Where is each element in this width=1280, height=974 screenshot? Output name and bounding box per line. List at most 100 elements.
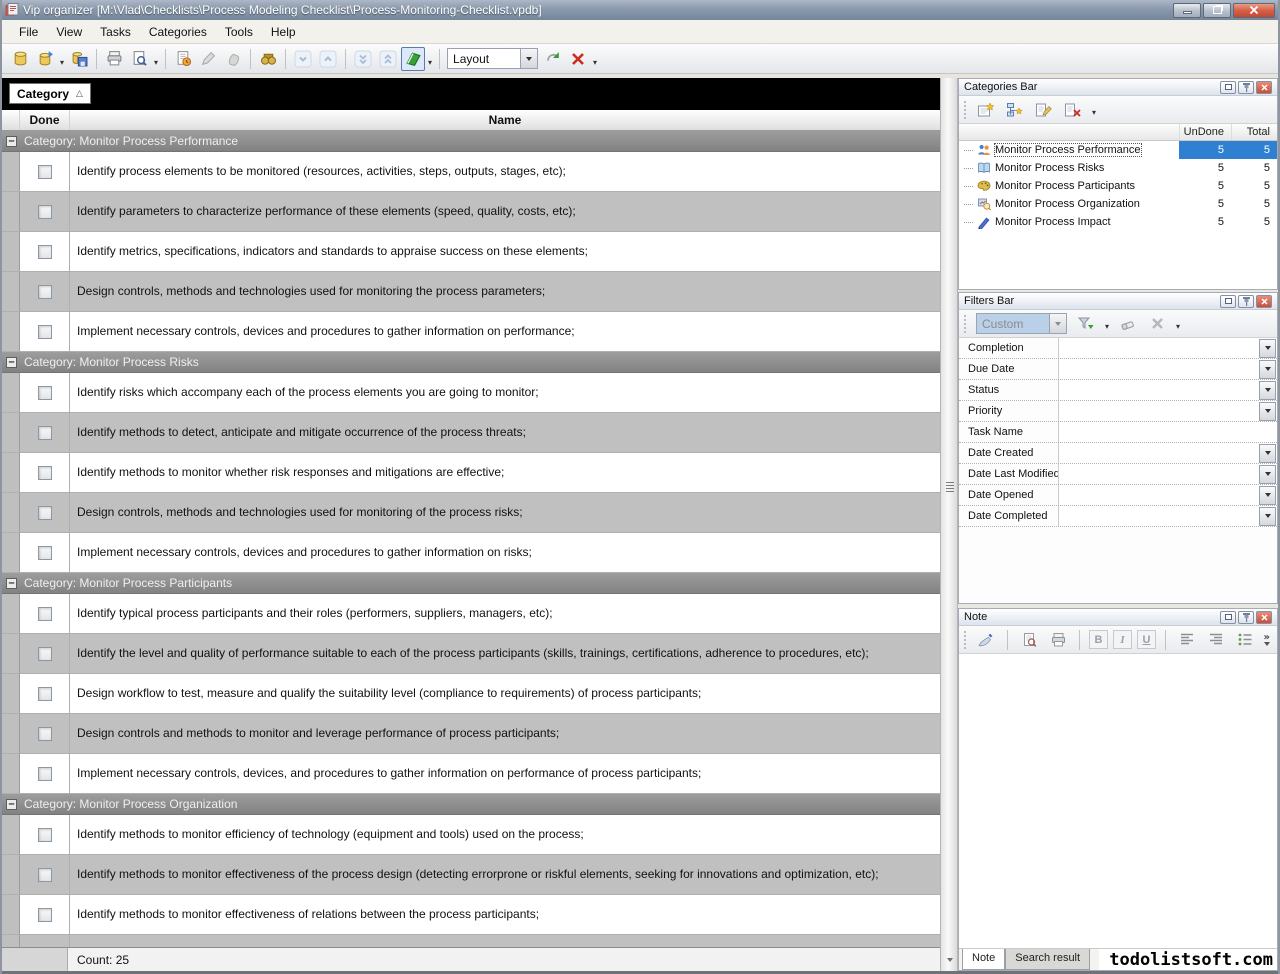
- filter-value-cell[interactable]: [1059, 380, 1259, 400]
- category-tree-row[interactable]: Monitor Process Risks55: [959, 159, 1277, 177]
- task-row[interactable]: Identify methods to monitor efficiency o…: [2, 815, 940, 855]
- task-row[interactable]: Identify metrics, specifications, indica…: [2, 232, 940, 272]
- insert-link-button[interactable]: [974, 629, 998, 651]
- close-button[interactable]: [1233, 3, 1275, 18]
- panel-close-button[interactable]: [1256, 295, 1272, 308]
- categories-toolbar-dropdown[interactable]: ▾: [1090, 103, 1098, 123]
- filter-value-cell[interactable]: [1059, 443, 1259, 463]
- filter-value-cell[interactable]: [1059, 422, 1277, 442]
- panel-close-button[interactable]: [1256, 81, 1272, 94]
- edit-category-button[interactable]: [1032, 99, 1056, 121]
- task-row[interactable]: Identify the level and quality of perfor…: [2, 634, 940, 674]
- title-bar[interactable]: Vip organizer [M:\Vlad\Checklists\Proces…: [2, 0, 1278, 20]
- bullet-list-button[interactable]: [1233, 629, 1257, 651]
- category-group-row[interactable]: –Category: Monitor Process Performance: [2, 131, 940, 152]
- task-row[interactable]: Implement necessary controls, devices, a…: [2, 754, 940, 794]
- scroll-bottom-button[interactable]: [351, 47, 375, 71]
- task-checkbox[interactable]: [38, 727, 52, 741]
- layout-combobox[interactable]: Layout: [447, 48, 538, 69]
- move-task-button[interactable]: [221, 47, 245, 71]
- panel-pin-button[interactable]: [1238, 295, 1254, 308]
- filter-dropdown-button[interactable]: [1259, 465, 1276, 484]
- splitter-grip[interactable]: [946, 482, 954, 483]
- task-row[interactable]: Design controls, methods and technologie…: [2, 493, 940, 533]
- filter-preset-dropdown-button[interactable]: [1049, 314, 1066, 333]
- toolbar-grip[interactable]: [964, 315, 967, 333]
- filter-value-cell[interactable]: [1059, 359, 1259, 379]
- task-checkbox[interactable]: [38, 647, 52, 661]
- panel-close-button[interactable]: [1256, 611, 1272, 624]
- apply-layout-button[interactable]: [541, 47, 565, 71]
- menu-item-tasks[interactable]: Tasks: [91, 21, 140, 43]
- note-print-button[interactable]: [1046, 629, 1070, 651]
- task-checkbox[interactable]: [38, 607, 52, 621]
- task-checkbox[interactable]: [38, 546, 52, 560]
- task-checkbox[interactable]: [38, 386, 52, 400]
- filter-value-cell[interactable]: [1059, 464, 1259, 484]
- note-tab-search-result[interactable]: Search result: [1005, 949, 1090, 970]
- task-row[interactable]: Identify methods to detect, anticipate a…: [2, 413, 940, 453]
- edit-task-button[interactable]: [196, 47, 220, 71]
- task-row[interactable]: Identify process elements to be monitore…: [2, 152, 940, 192]
- task-row[interactable]: Design workflow to test, measure and qua…: [2, 674, 940, 714]
- print-button[interactable]: [102, 47, 126, 71]
- apply-filter-button[interactable]: [1074, 313, 1098, 335]
- task-row[interactable]: Identify parameters to characterize perf…: [2, 192, 940, 232]
- filters-toolbar-dropdown[interactable]: ▾: [1174, 317, 1182, 337]
- scroll-down-button[interactable]: [291, 47, 315, 71]
- filter-dropdown-button[interactable]: [1259, 381, 1276, 400]
- note-text-area[interactable]: [959, 654, 1277, 948]
- task-row[interactable]: Identify risks which accompany each of t…: [2, 373, 940, 413]
- layout-view-button[interactable]: [401, 47, 425, 71]
- task-checkbox[interactable]: [38, 466, 52, 480]
- task-checkbox[interactable]: [38, 285, 52, 299]
- task-checkbox[interactable]: [38, 245, 52, 259]
- remove-filter-button[interactable]: [1145, 313, 1169, 335]
- panel-minimize-button[interactable]: [1220, 611, 1236, 624]
- italic-button[interactable]: I: [1113, 630, 1132, 649]
- collapse-icon[interactable]: –: [6, 136, 17, 147]
- vertical-splitter[interactable]: [940, 78, 958, 971]
- menu-item-categories[interactable]: Categories: [140, 21, 216, 43]
- open-database-dropdown[interactable]: ▾: [58, 53, 66, 73]
- print-preview-button[interactable]: [127, 47, 151, 71]
- filter-value-cell[interactable]: [1059, 338, 1259, 358]
- save-database-button[interactable]: [67, 47, 91, 71]
- category-group-row[interactable]: –Category: Monitor Process Organization: [2, 794, 940, 815]
- open-database-button[interactable]: [33, 47, 57, 71]
- panel-pin-button[interactable]: [1238, 81, 1254, 94]
- filter-value-cell[interactable]: [1059, 506, 1259, 526]
- filter-dropdown-button[interactable]: [1259, 339, 1276, 358]
- layout-view-dropdown[interactable]: ▾: [426, 53, 434, 73]
- task-checkbox[interactable]: [38, 165, 52, 179]
- category-group-row[interactable]: –Category: Monitor Process Risks: [2, 352, 940, 373]
- collapse-icon[interactable]: –: [6, 357, 17, 368]
- task-checkbox[interactable]: [38, 868, 52, 882]
- category-tree-row[interactable]: Monitor Process Organization55: [959, 195, 1277, 213]
- collapse-icon[interactable]: –: [6, 799, 17, 810]
- note-tab-note[interactable]: Note: [962, 949, 1005, 970]
- collapse-icon[interactable]: –: [6, 578, 17, 589]
- toolbar-overflow-icon[interactable]: »: [1264, 634, 1270, 642]
- new-subcategory-button[interactable]: [1003, 99, 1027, 121]
- scroll-up-button[interactable]: [316, 47, 340, 71]
- task-row[interactable]: Implement necessary controls, devices an…: [2, 312, 940, 352]
- delete-category-button[interactable]: [1061, 99, 1085, 121]
- new-database-button[interactable]: [8, 47, 32, 71]
- task-checkbox[interactable]: [38, 506, 52, 520]
- restore-button[interactable]: [1203, 3, 1231, 18]
- filter-dropdown-button[interactable]: [1259, 402, 1276, 421]
- undone-column-header[interactable]: UnDone: [1179, 124, 1231, 140]
- delete-layout-button[interactable]: [566, 47, 590, 71]
- group-by-category-chip[interactable]: Category △: [9, 83, 91, 104]
- group-by-panel[interactable]: Category △: [2, 78, 940, 110]
- category-group-row[interactable]: –Category: Monitor Process Participants: [2, 573, 940, 594]
- filter-value-cell[interactable]: [1059, 401, 1259, 421]
- task-row[interactable]: Design controls and methods to monitor h…: [2, 935, 940, 947]
- total-column-header[interactable]: Total: [1231, 124, 1277, 140]
- task-row[interactable]: Identify typical process participants an…: [2, 594, 940, 634]
- panel-pin-button[interactable]: [1238, 611, 1254, 624]
- menu-item-tools[interactable]: Tools: [216, 21, 262, 43]
- underline-button[interactable]: U: [1137, 630, 1156, 649]
- align-right-button[interactable]: [1204, 629, 1228, 651]
